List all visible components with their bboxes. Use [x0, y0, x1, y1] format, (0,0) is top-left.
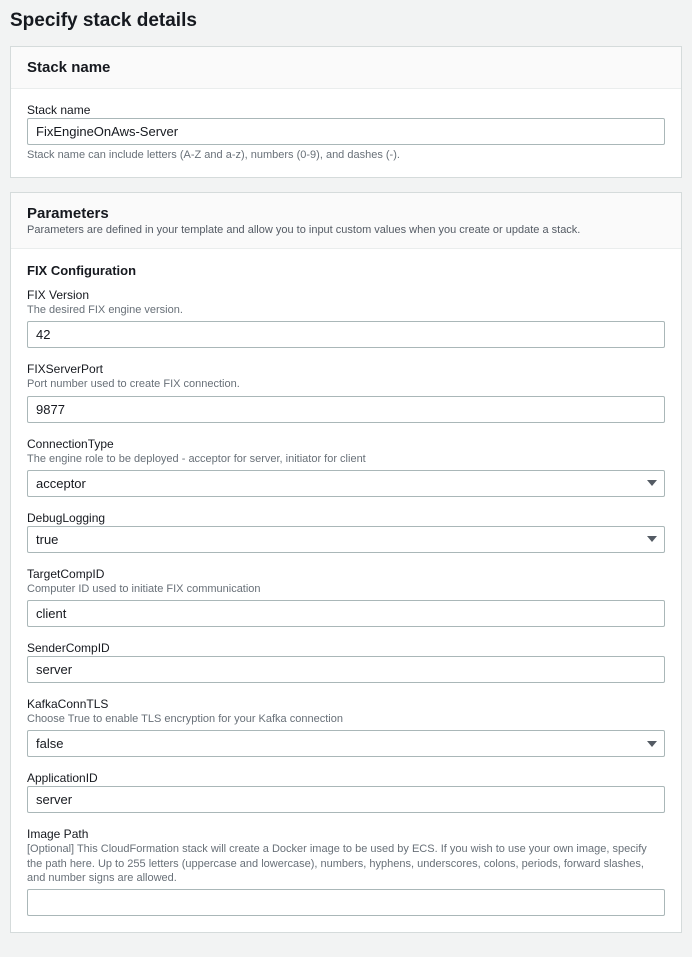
fix-version-desc: The desired FIX engine version. — [27, 303, 665, 317]
fix-configuration-section-title: FIX Configuration — [27, 263, 665, 278]
application-id-label: ApplicationID — [27, 771, 665, 785]
parameters-panel-header: Parameters Parameters are defined in you… — [11, 193, 681, 249]
fix-version-input[interactable] — [27, 321, 665, 348]
fix-server-port-desc: Port number used to create FIX connectio… — [27, 377, 665, 391]
application-id-input[interactable] — [27, 786, 665, 813]
connection-type-select[interactable]: acceptor — [27, 470, 665, 497]
image-path-desc: [Optional] This CloudFormation stack wil… — [27, 842, 665, 885]
parameters-panel: Parameters Parameters are defined in you… — [10, 192, 682, 933]
fix-version-label: FIX Version — [27, 288, 665, 302]
stack-name-hint: Stack name can include letters (A-Z and … — [27, 149, 665, 161]
parameters-panel-title: Parameters — [27, 205, 665, 222]
stack-name-label: Stack name — [27, 103, 665, 117]
target-comp-id-input[interactable] — [27, 600, 665, 627]
kafka-conn-tls-select[interactable]: false — [27, 730, 665, 757]
application-id-field: ApplicationID — [27, 771, 665, 813]
target-comp-id-desc: Computer ID used to initiate FIX communi… — [27, 582, 665, 596]
sender-comp-id-label: SenderCompID — [27, 641, 665, 655]
fix-server-port-field: FIXServerPort Port number used to create… — [27, 362, 665, 422]
parameters-panel-body: FIX Configuration FIX Version The desire… — [11, 249, 681, 932]
stack-name-input[interactable] — [27, 118, 665, 145]
debug-logging-label: DebugLogging — [27, 511, 665, 525]
stack-name-panel-header: Stack name — [11, 47, 681, 89]
stack-name-field: Stack name Stack name can include letter… — [27, 103, 665, 161]
debug-logging-select[interactable]: true — [27, 526, 665, 553]
fix-server-port-input[interactable] — [27, 396, 665, 423]
target-comp-id-field: TargetCompID Computer ID used to initiat… — [27, 567, 665, 627]
connection-type-label: ConnectionType — [27, 437, 665, 451]
page-title: Specify stack details — [10, 10, 682, 32]
sender-comp-id-field: SenderCompID — [27, 641, 665, 683]
connection-type-field: ConnectionType The engine role to be dep… — [27, 437, 665, 497]
debug-logging-field: DebugLogging true — [27, 511, 665, 553]
kafka-conn-tls-desc: Choose True to enable TLS encryption for… — [27, 712, 665, 726]
parameters-panel-subtitle: Parameters are defined in your template … — [27, 224, 665, 236]
image-path-field: Image Path [Optional] This CloudFormatio… — [27, 827, 665, 916]
fix-server-port-label: FIXServerPort — [27, 362, 665, 376]
stack-name-panel-title: Stack name — [27, 59, 665, 76]
target-comp-id-label: TargetCompID — [27, 567, 665, 581]
stack-name-panel-body: Stack name Stack name can include letter… — [11, 89, 681, 177]
kafka-conn-tls-label: KafkaConnTLS — [27, 697, 665, 711]
image-path-label: Image Path — [27, 827, 665, 841]
connection-type-desc: The engine role to be deployed - accepto… — [27, 452, 665, 466]
stack-name-panel: Stack name Stack name Stack name can inc… — [10, 46, 682, 178]
kafka-conn-tls-field: KafkaConnTLS Choose True to enable TLS e… — [27, 697, 665, 757]
sender-comp-id-input[interactable] — [27, 656, 665, 683]
image-path-input[interactable] — [27, 889, 665, 916]
fix-version-field: FIX Version The desired FIX engine versi… — [27, 288, 665, 348]
